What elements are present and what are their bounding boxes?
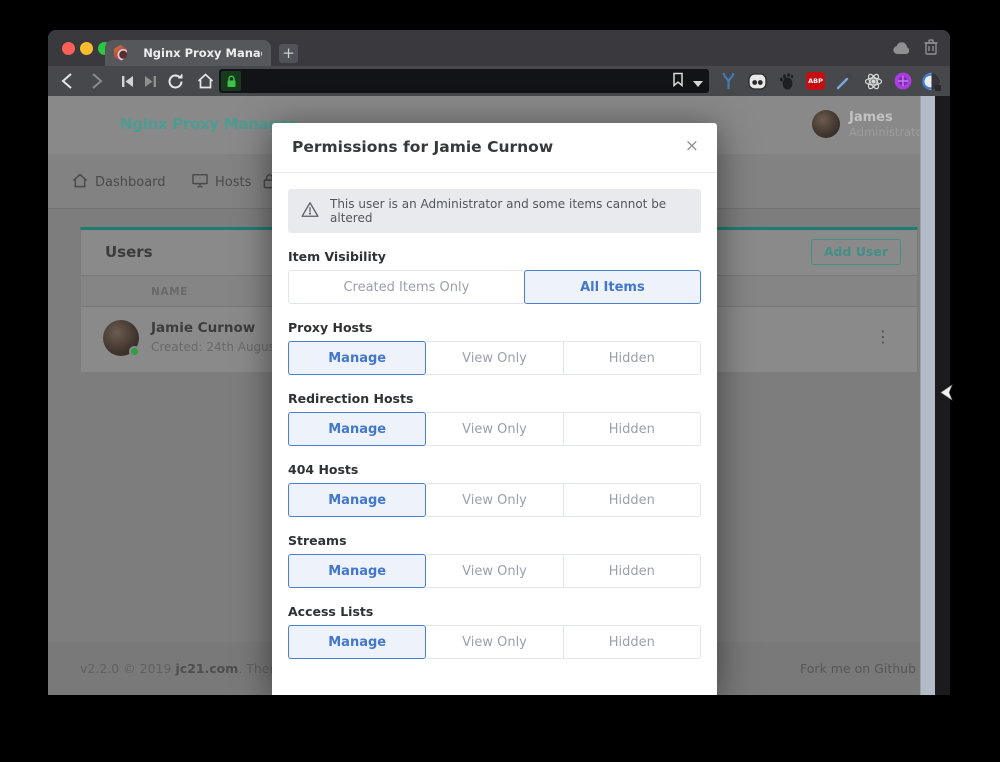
- section-label: Item Visibility: [288, 249, 701, 264]
- tab-title: Nginx Proxy Manager: [143, 46, 262, 60]
- devtools-atom-icon[interactable]: [859, 69, 888, 93]
- button-group: ManageView OnlyHidden: [288, 483, 701, 517]
- warning-triangle-icon: [301, 201, 319, 221]
- permission-section: Access Lists ManageView OnlyHidden: [288, 604, 701, 659]
- option-button-manage[interactable]: Manage: [288, 483, 426, 517]
- permission-sections: Item Visibility Created Items OnlyAll Ite…: [288, 249, 701, 659]
- button-group: ManageView OnlyHidden: [288, 625, 701, 659]
- skip-end-icon[interactable]: [141, 72, 159, 90]
- screenshot-stage: Nginx Proxy Manager +: [0, 0, 1000, 762]
- back-icon[interactable]: [58, 72, 76, 90]
- nav-item-label: Dashboard: [95, 175, 166, 190]
- section-label: Streams: [288, 533, 701, 548]
- home-icon[interactable]: [196, 72, 214, 90]
- lock-icon[interactable]: [221, 71, 241, 91]
- column-header-name: NAME: [151, 286, 188, 298]
- browser-titlebar: Nginx Proxy Manager +: [48, 30, 950, 66]
- kebab-menu-icon[interactable]: ⋮: [875, 327, 891, 346]
- section-label: Access Lists: [288, 604, 701, 619]
- privacy-extension-icon[interactable]: [917, 69, 946, 93]
- permission-section: Streams ManageView OnlyHidden: [288, 533, 701, 588]
- button-group: Created Items OnlyAll Items: [288, 270, 701, 304]
- home-icon: [72, 173, 88, 192]
- gnome-foot-icon[interactable]: [772, 69, 801, 93]
- option-button-view-only[interactable]: View Only: [426, 412, 563, 446]
- option-button-manage[interactable]: Manage: [288, 625, 426, 659]
- user-role: Administrator: [849, 125, 927, 139]
- permission-section: 404 Hosts ManageView OnlyHidden: [288, 462, 701, 517]
- favicon-icon: [114, 45, 127, 61]
- option-button-hidden[interactable]: Hidden: [564, 554, 701, 588]
- option-button-hidden[interactable]: Hidden: [564, 341, 701, 375]
- alert-text: This user is an Administrator and some i…: [330, 197, 688, 225]
- permission-section: Redirection Hosts ManageView OnlyHidden: [288, 391, 701, 446]
- monitor-icon: [192, 173, 208, 192]
- permission-section: Proxy Hosts ManageView OnlyHidden: [288, 320, 701, 375]
- option-button-manage[interactable]: Manage: [288, 412, 426, 446]
- online-status-dot: [129, 346, 140, 357]
- cloud-icon[interactable]: [892, 40, 911, 59]
- option-button-view-only[interactable]: View Only: [426, 341, 563, 375]
- option-button-hidden[interactable]: Hidden: [564, 625, 701, 659]
- option-button-view-only[interactable]: View Only: [426, 625, 563, 659]
- option-button-manage[interactable]: Manage: [288, 341, 426, 375]
- trash-icon[interactable]: [924, 39, 938, 59]
- user-avatar: [812, 110, 840, 138]
- nav-item-label: Hosts: [215, 175, 251, 190]
- color-picker-icon[interactable]: [830, 69, 859, 93]
- url-bar[interactable]: [219, 69, 709, 93]
- forward-icon[interactable]: [88, 72, 106, 90]
- option-button-view-only[interactable]: View Only: [426, 483, 563, 517]
- app-brand: Nginx Proxy Manager: [120, 115, 296, 133]
- close-window-button[interactable]: [62, 42, 75, 55]
- add-user-button[interactable]: Add User: [811, 239, 901, 265]
- users-card-title: Users: [105, 243, 153, 261]
- modal-header: Permissions for Jamie Curnow ×: [272, 123, 717, 173]
- new-tab-button[interactable]: +: [279, 44, 298, 63]
- section-label: Redirection Hosts: [288, 391, 701, 406]
- option-button-all-items[interactable]: All Items: [524, 270, 701, 304]
- browser-scrollbar[interactable]: [920, 96, 935, 695]
- permission-section: Item Visibility Created Items OnlyAll Ite…: [288, 249, 701, 304]
- footer-link[interactable]: jc21.com: [175, 661, 238, 676]
- close-icon[interactable]: ×: [685, 136, 699, 156]
- button-group: ManageView OnlyHidden: [288, 554, 701, 588]
- mouse-cursor: [940, 384, 953, 405]
- pipeline-icon[interactable]: [714, 69, 743, 93]
- caret-down-icon[interactable]: [693, 72, 703, 91]
- admin-warning-alert: This user is an Administrator and some i…: [288, 189, 701, 233]
- user-name: James: [849, 110, 927, 125]
- section-label: Proxy Hosts: [288, 320, 701, 335]
- nav-item-hosts[interactable]: Hosts: [192, 173, 251, 192]
- option-button-created-items-only[interactable]: Created Items Only: [288, 270, 525, 304]
- adblock-icon[interactable]: ABP: [801, 69, 830, 93]
- section-label: 404 Hosts: [288, 462, 701, 477]
- user-menu[interactable]: James Administrator: [812, 110, 927, 139]
- option-button-manage[interactable]: Manage: [288, 554, 426, 588]
- row-avatar: [103, 320, 139, 356]
- button-group: ManageView OnlyHidden: [288, 412, 701, 446]
- github-link[interactable]: Fork me on Github: [800, 661, 916, 676]
- reload-icon[interactable]: [166, 72, 184, 90]
- container-icon[interactable]: [743, 69, 772, 93]
- modal-title: Permissions for Jamie Curnow: [292, 138, 553, 156]
- minimize-window-button[interactable]: [80, 42, 93, 55]
- browser-tab[interactable]: Nginx Proxy Manager: [105, 40, 271, 66]
- row-user-name: Jamie Curnow: [151, 320, 255, 336]
- option-button-view-only[interactable]: View Only: [426, 554, 563, 588]
- skip-start-icon[interactable]: [118, 72, 136, 90]
- option-button-hidden[interactable]: Hidden: [564, 412, 701, 446]
- nav-item-dashboard[interactable]: Dashboard: [72, 173, 166, 192]
- option-button-hidden[interactable]: Hidden: [564, 483, 701, 517]
- purple-extension-icon[interactable]: [888, 69, 917, 93]
- modal-body: This user is an Administrator and some i…: [272, 173, 717, 659]
- button-group: ManageView OnlyHidden: [288, 341, 701, 375]
- browser-toolbar: ABP: [48, 66, 950, 96]
- bookmark-icon[interactable]: [672, 72, 684, 91]
- permissions-modal: Permissions for Jamie Curnow × This user…: [272, 123, 717, 695]
